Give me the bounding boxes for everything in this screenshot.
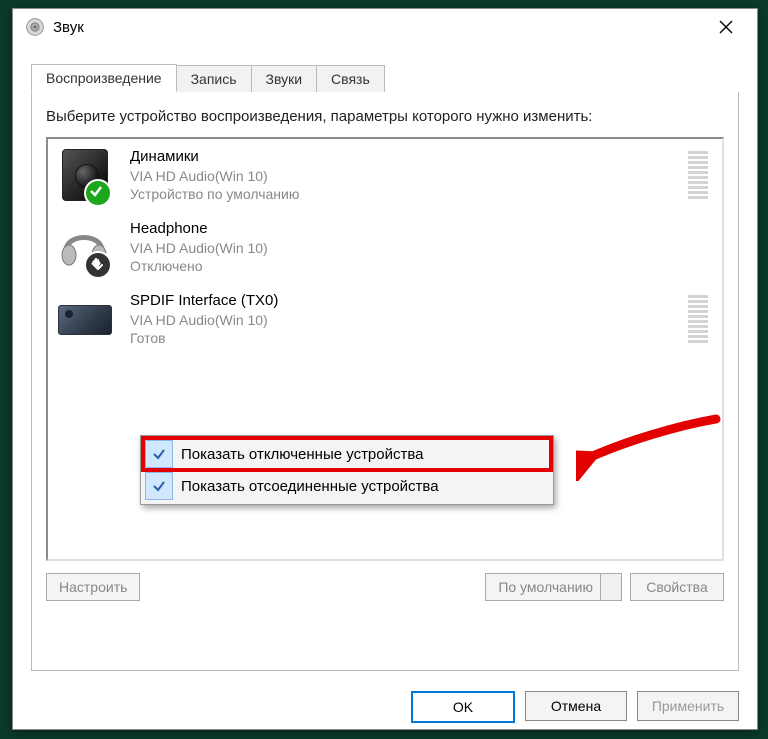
level-meter [688, 151, 708, 199]
apply-button[interactable]: Применить [637, 691, 739, 721]
device-status: Отключено [130, 257, 708, 275]
check-icon [145, 472, 173, 500]
window-title: Звук [53, 19, 84, 36]
spdif-icon [56, 291, 112, 347]
menu-item-show-disabled[interactable]: Показать отключенные устройства [143, 438, 551, 470]
device-driver: VIA HD Audio(Win 10) [130, 167, 678, 185]
menu-item-show-disconnected[interactable]: Показать отсоединенные устройства [143, 470, 551, 502]
disabled-badge-icon [84, 251, 112, 279]
tab-content-playback: Выберите устройство воспроизведения, пар… [31, 92, 739, 671]
tab-bar: Воспроизведение Запись Звуки Связь [31, 62, 739, 93]
device-name: Headphone [130, 219, 708, 239]
tab-communications[interactable]: Связь [316, 65, 385, 92]
device-row-speakers[interactable]: Динамики VIA HD Audio(Win 10) Устройство… [48, 139, 722, 211]
close-icon [719, 20, 733, 34]
dialog-footer: OK Отмена Применить [13, 681, 757, 739]
level-meter [688, 295, 708, 343]
configure-button[interactable]: Настроить [46, 573, 140, 601]
instruction-text: Выберите устройство воспроизведения, пар… [46, 106, 724, 127]
check-icon [145, 440, 173, 468]
set-default-label: По умолчанию [498, 579, 593, 595]
default-badge-icon [84, 179, 112, 207]
close-button[interactable] [703, 9, 749, 45]
device-row-spdif[interactable]: SPDIF Interface (TX0) VIA HD Audio(Win 1… [48, 283, 722, 355]
device-name: SPDIF Interface (TX0) [130, 291, 678, 311]
tab-sounds[interactable]: Звуки [251, 65, 318, 92]
annotation-arrow-icon [576, 411, 724, 481]
tab-playback[interactable]: Воспроизведение [31, 64, 177, 92]
tab-recording[interactable]: Запись [176, 65, 252, 92]
device-status: Устройство по умолчанию [130, 185, 678, 203]
device-driver: VIA HD Audio(Win 10) [130, 311, 678, 329]
sound-settings-window: Звук Воспроизведение Запись Звуки Связь … [12, 8, 758, 730]
speaker-icon [56, 147, 112, 203]
set-default-button[interactable]: По умолчанию [485, 573, 622, 601]
chevron-down-icon [606, 584, 616, 592]
menu-label: Показать отсоединенные устройства [181, 478, 439, 495]
ok-button[interactable]: OK [411, 691, 515, 723]
menu-label: Показать отключенные устройства [181, 446, 424, 463]
device-row-headphones[interactable]: Headphone VIA HD Audio(Win 10) Отключено [48, 211, 722, 283]
device-name: Динамики [130, 147, 678, 167]
sound-icon [25, 17, 45, 37]
properties-button[interactable]: Свойства [630, 573, 724, 601]
context-menu: Показать отключенные устройства Показать… [140, 435, 554, 505]
device-driver: VIA HD Audio(Win 10) [130, 239, 708, 257]
device-list[interactable]: Динамики VIA HD Audio(Win 10) Устройство… [46, 137, 724, 561]
titlebar[interactable]: Звук [13, 9, 757, 45]
cancel-button[interactable]: Отмена [525, 691, 627, 721]
device-status: Готов [130, 329, 678, 347]
device-buttons: Настроить По умолчанию Свойства [46, 573, 724, 601]
headphone-icon [56, 219, 112, 275]
